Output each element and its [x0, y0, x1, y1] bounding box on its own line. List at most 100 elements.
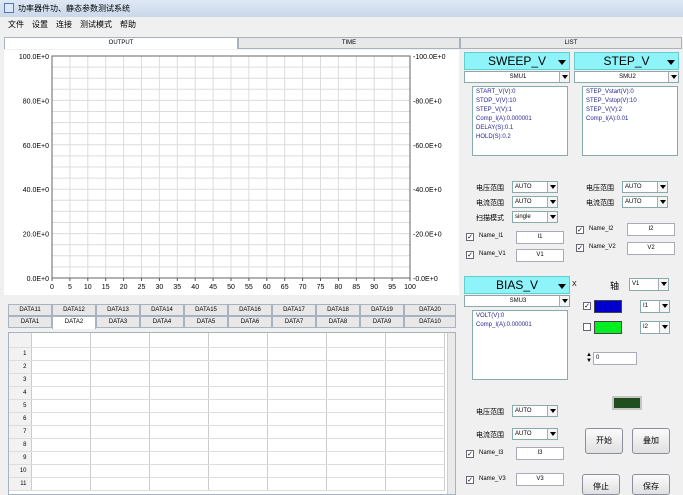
- bias-name-i-input[interactable]: I3: [516, 447, 564, 460]
- axis-x-select[interactable]: V1: [629, 278, 669, 291]
- data-grid[interactable]: 1 2 3 4 5 6 7 8 9 10 11: [8, 332, 456, 495]
- step-name-i-checkbox[interactable]: ✓: [576, 226, 584, 234]
- table-row[interactable]: 10: [9, 464, 446, 478]
- bias-volt-range-select[interactable]: AUTO: [512, 405, 558, 417]
- step-volt-range-select[interactable]: AUTO: [622, 181, 668, 193]
- tab-data1[interactable]: DATA1: [8, 316, 52, 328]
- list-item[interactable]: STEP_Vstop(V):10: [586, 97, 674, 106]
- bias-param-list[interactable]: VOLT(V):0 Comp_I(A):0.000001: [472, 310, 568, 380]
- tab-data2[interactable]: DATA2: [52, 316, 96, 329]
- bias-header[interactable]: BIAS_V: [464, 276, 570, 294]
- bias-curr-range-select[interactable]: AUTO: [512, 428, 558, 440]
- tab-list[interactable]: LIST: [460, 37, 682, 49]
- tab-data11[interactable]: DATA11: [8, 304, 52, 316]
- sweep-volt-range-select[interactable]: AUTO: [512, 181, 558, 193]
- sweep-name-i-input[interactable]: I1: [516, 231, 564, 244]
- list-item[interactable]: Comp_I(A):0.01: [586, 115, 674, 124]
- tab-data19[interactable]: DATA19: [360, 304, 404, 316]
- tab-time[interactable]: TIME: [238, 37, 460, 49]
- menu-connect[interactable]: 连接: [56, 17, 72, 33]
- spin-input[interactable]: 0: [593, 352, 637, 365]
- y-left-tick-label: 100.0E+0: [19, 54, 49, 61]
- save-button[interactable]: 保存: [632, 474, 670, 495]
- bias-name-i-checkbox[interactable]: ✓: [466, 450, 474, 458]
- series2-color-swatch[interactable]: [594, 321, 622, 334]
- bias-name-v-input[interactable]: V3: [516, 473, 564, 486]
- tab-data10[interactable]: DATA10: [404, 316, 456, 328]
- table-row[interactable]: 5: [9, 399, 446, 413]
- tab-data7[interactable]: DATA7: [272, 316, 316, 328]
- list-item[interactable]: VOLT(V):0: [476, 312, 564, 321]
- chevron-down-icon: [659, 322, 669, 333]
- tab-data5[interactable]: DATA5: [184, 316, 228, 328]
- list-item[interactable]: HOLD(S):0.2: [476, 133, 564, 142]
- sweep-volt-range-label: 电压范围: [476, 185, 504, 192]
- tab-data9[interactable]: DATA9: [360, 316, 404, 328]
- step-smu-select[interactable]: SMU2: [574, 71, 679, 83]
- step-header[interactable]: STEP_V: [574, 52, 679, 70]
- sweep-mode-select[interactable]: single: [512, 211, 558, 223]
- table-row[interactable]: 9: [9, 451, 446, 465]
- list-item[interactable]: Comp_I(A):0.000001: [476, 115, 564, 124]
- sweep-header[interactable]: SWEEP_V: [464, 52, 570, 70]
- series1-y-select[interactable]: I1: [640, 300, 670, 313]
- table-row[interactable]: 1: [9, 347, 446, 361]
- list-item[interactable]: DELAY(S):0.1: [476, 124, 564, 133]
- series2-y-select[interactable]: I2: [640, 321, 670, 334]
- series2-checkbox[interactable]: [583, 323, 591, 331]
- sweep-name-v-checkbox[interactable]: ✓: [466, 251, 474, 259]
- step-name-v-input[interactable]: V2: [627, 242, 675, 255]
- series1-checkbox[interactable]: ✓: [583, 302, 591, 310]
- list-item[interactable]: Comp_I(A):0.000001: [476, 321, 564, 330]
- tab-data6[interactable]: DATA6: [228, 316, 272, 328]
- x-tick-label: 20: [120, 284, 128, 291]
- tab-data15[interactable]: DATA15: [184, 304, 228, 316]
- sweep-name-v-input[interactable]: V1: [516, 249, 564, 262]
- list-item[interactable]: STEP_V(V):1: [476, 106, 564, 115]
- step-name-i-input[interactable]: I2: [627, 223, 675, 236]
- sweep-name-i-checkbox[interactable]: ✓: [466, 233, 474, 241]
- sweep-curr-range-select[interactable]: AUTO: [512, 196, 558, 208]
- tab-output[interactable]: OUTPUT: [4, 37, 238, 49]
- tab-data17[interactable]: DATA17: [272, 304, 316, 316]
- start-button[interactable]: 开始: [585, 428, 623, 454]
- step-name-v-checkbox[interactable]: ✓: [576, 244, 584, 252]
- sweep-smu-select[interactable]: SMU1: [464, 71, 570, 83]
- grid-scrollbar[interactable]: [447, 333, 455, 494]
- list-item[interactable]: STEP_V(V):2: [586, 106, 674, 115]
- list-item[interactable]: START_V(V):0: [476, 88, 564, 97]
- bias-arrow-icon: [558, 284, 566, 293]
- tab-data4[interactable]: DATA4: [140, 316, 184, 328]
- bias-name-v-checkbox[interactable]: ✓: [466, 476, 474, 484]
- tab-data8[interactable]: DATA8: [316, 316, 360, 328]
- menu-settings[interactable]: 设置: [32, 17, 48, 33]
- table-row[interactable]: 2: [9, 360, 446, 374]
- menu-help[interactable]: 帮助: [120, 17, 136, 33]
- add-button[interactable]: 叠加: [632, 428, 670, 454]
- step-curr-range-select[interactable]: AUTO: [622, 196, 668, 208]
- series1-color-swatch[interactable]: [594, 300, 622, 313]
- table-row[interactable]: 4: [9, 386, 446, 400]
- tab-data12[interactable]: DATA12: [52, 304, 96, 316]
- spin-arrows-icon[interactable]: ▲ ▼: [586, 352, 593, 365]
- list-item[interactable]: STOP_V(V):10: [476, 97, 564, 106]
- menu-test-mode[interactable]: 测试模式: [80, 17, 112, 33]
- tab-data20[interactable]: DATA20: [404, 304, 456, 316]
- tab-data16[interactable]: DATA16: [228, 304, 272, 316]
- tab-data13[interactable]: DATA13: [96, 304, 140, 316]
- list-item[interactable]: STEP_Vstart(V):0: [586, 88, 674, 97]
- table-row[interactable]: 6: [9, 412, 446, 426]
- table-row[interactable]: 3: [9, 373, 446, 387]
- table-row[interactable]: 7: [9, 425, 446, 439]
- tab-data3[interactable]: DATA3: [96, 316, 140, 328]
- tab-data14[interactable]: DATA14: [140, 304, 184, 316]
- stop-button[interactable]: 停止: [582, 474, 620, 495]
- table-row[interactable]: 8: [9, 438, 446, 452]
- menu-file[interactable]: 文件: [8, 17, 24, 33]
- step-param-list[interactable]: STEP_Vstart(V):0 STEP_Vstop(V):10 STEP_V…: [582, 86, 678, 156]
- sweep-param-list[interactable]: START_V(V):0 STOP_V(V):10 STEP_V(V):1 Co…: [472, 86, 568, 156]
- x-tick-label: 75: [317, 284, 325, 291]
- bias-smu-select[interactable]: SMU3: [464, 295, 570, 307]
- tab-data18[interactable]: DATA18: [316, 304, 360, 316]
- table-row[interactable]: 11: [9, 477, 446, 491]
